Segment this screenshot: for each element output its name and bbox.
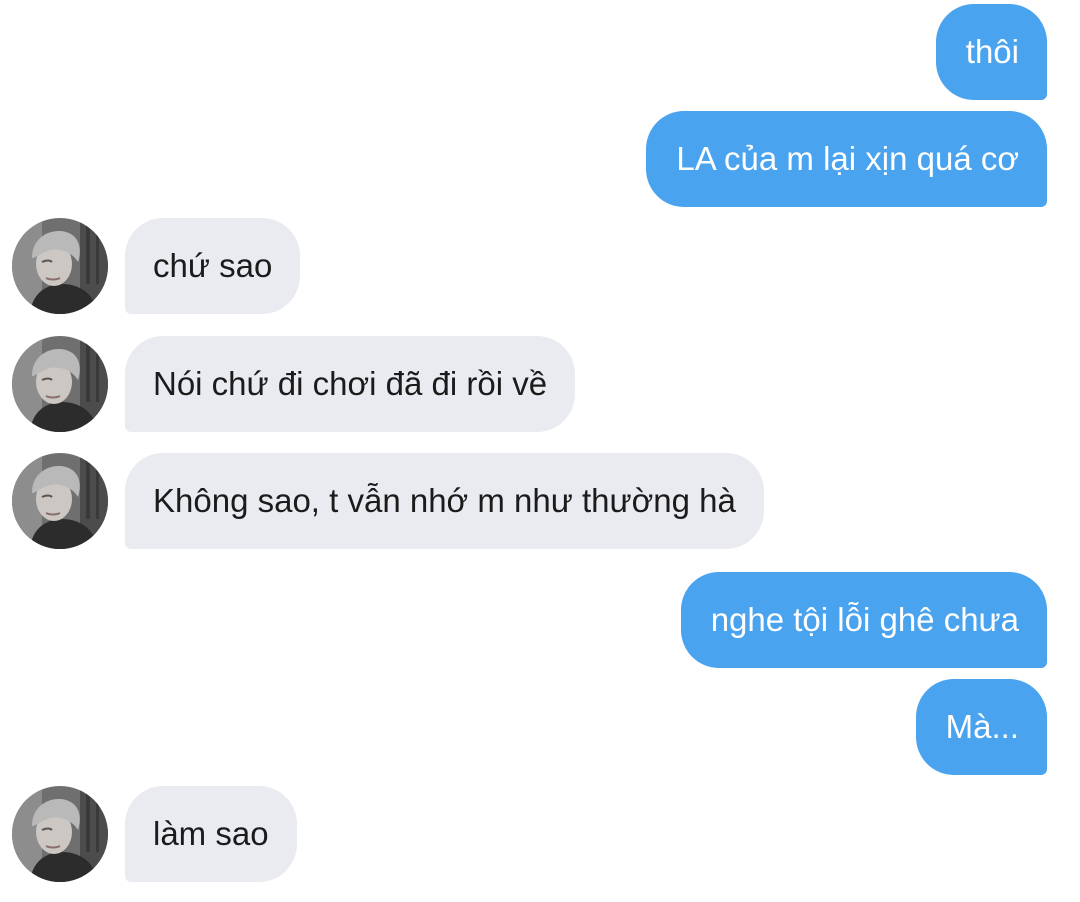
sent-message-bubble[interactable]: LA của m lại xịn quá cơ [646,111,1047,207]
received-message-bubble[interactable]: làm sao [125,786,297,882]
contact-avatar[interactable] [12,453,108,549]
avatar-photo-icon [12,453,108,549]
contact-avatar[interactable] [12,336,108,432]
contact-avatar[interactable] [12,218,108,314]
sent-message-bubble[interactable]: thôi [935,4,1047,100]
chat-thread: thôi LA của m lại xịn quá cơ chứ sao Nói… [0,0,1080,902]
avatar-photo-icon [12,786,108,882]
received-message-bubble[interactable]: chứ sao [125,218,301,314]
received-message-bubble[interactable]: Nói chứ đi chơi đã đi rồi về [125,336,576,432]
sent-message-bubble[interactable]: nghe tội lỗi ghê chưa [680,572,1047,668]
contact-avatar[interactable] [12,786,108,882]
avatar-photo-icon [12,218,108,314]
sent-message-bubble[interactable]: Mà... [915,679,1047,775]
avatar-photo-icon [12,336,108,432]
received-message-bubble[interactable]: Không sao, t vẫn nhớ m như thường hà [125,453,764,549]
